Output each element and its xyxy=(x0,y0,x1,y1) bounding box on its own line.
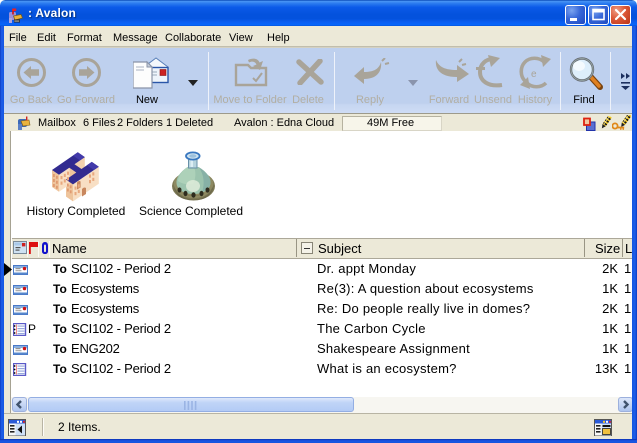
svg-text:e: e xyxy=(531,69,537,80)
